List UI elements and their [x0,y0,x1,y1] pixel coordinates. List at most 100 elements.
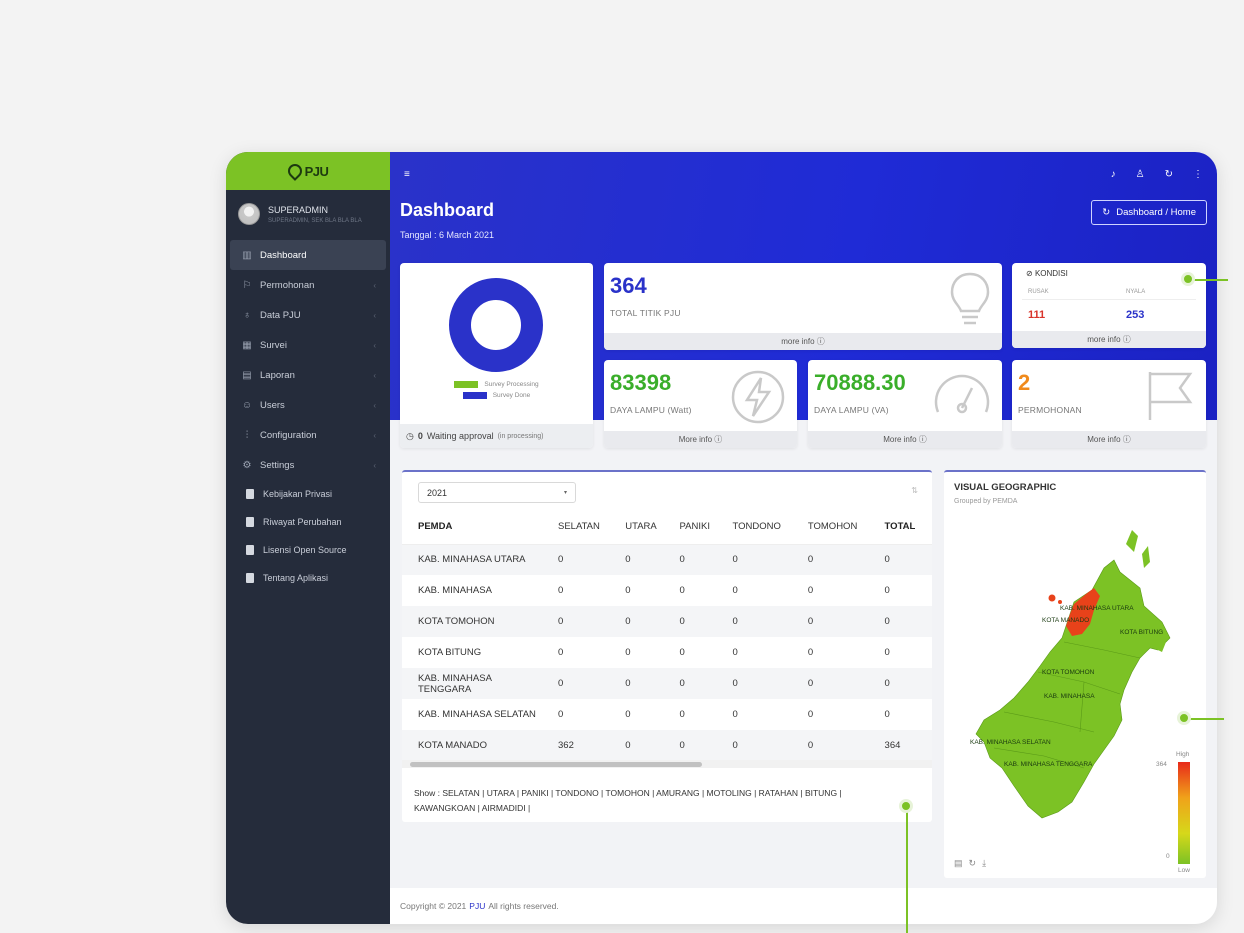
more-info-label: More info [883,435,917,444]
sidebar-item-settings[interactable]: ⚙ Settings ‹ [230,450,386,480]
refresh-icon[interactable]: ↻ [1165,169,1173,180]
col-tomohon[interactable]: TOMOHON [801,510,879,545]
footer-suffix: All rights reserved. [488,901,559,911]
legend-processing: Survey Processing [400,381,593,388]
col-total[interactable]: TOTAL [878,510,932,545]
map-label: KOTA TOMOHON [1042,669,1095,676]
table-cell: 0 [726,544,802,575]
sidebar-item-dashboard[interactable]: ▥ Dashboard [230,240,386,270]
donut-done-ring [449,278,543,372]
pemda-table: PEMDA SELATAN UTARA PANIKI TONDONO TOMOH… [402,510,932,761]
col-paniki[interactable]: PANIKI [673,510,727,545]
download-icon[interactable]: ⤓ [982,858,986,869]
breadcrumb-label: Dashboard / Home [1116,207,1196,218]
table-cell: 0 [807,647,814,658]
bulb-icon [950,272,990,325]
table-cell: 0 [884,647,890,658]
scrollbar-thumb[interactable] [410,762,702,767]
sidebar-item-survei[interactable]: ▦ Survei ‹ [230,330,386,360]
document-icon[interactable]: ▤ [954,858,963,869]
menu-toggle-icon[interactable]: ≡ [404,169,410,180]
permohonan-value: 2 [1018,370,1031,395]
daya-va-card: 70888.30 DAYA LAMPU (VA) More info ⓘ [808,360,1002,448]
footer-prefix: Copyright © 2021 [400,901,467,911]
user-name: SUPERADMIN [268,204,329,215]
sidebar-item-configuration[interactable]: ⫶ Configuration ‹ [230,420,386,450]
map-region-mainland [975,559,1171,819]
callout-dot [1177,711,1191,725]
bell-icon[interactable]: ♪ [1111,169,1116,180]
sidebar-item-users[interactable]: ☺ Users ‹ [230,390,386,420]
callout-line [906,806,908,933]
sidebar-item-laporan[interactable]: ▤ Laporan ‹ [230,360,386,390]
sidebar-item-tentang-aplikasi[interactable]: Tentang Aplikasi [230,564,386,592]
table-cell: 0 [801,668,879,699]
sidebar-item-label: Dashboard [260,249,307,261]
table-cell: 0 [801,544,879,575]
user-panel[interactable]: SUPERADMIN SUPERADMIN, SEK BLA BLA BLA [226,190,390,238]
horizontal-scrollbar[interactable] [402,760,932,768]
waiting-count: 0 [417,431,423,441]
user-icon[interactable]: ♙ [1136,169,1145,180]
divider [1022,299,1196,300]
waiting-approval[interactable]: ◷ 0 Waiting approval (in processing) [400,424,593,448]
table-cell: 0 [625,647,631,658]
sidebar-item-data-pju[interactable]: ♁ Data PJU ‹ [230,300,386,330]
flag-icon [1148,372,1193,420]
waiting-note: (in processing) [497,432,544,440]
pin-logo-icon [284,161,305,181]
map-label: KOTA BITUNG [1120,629,1163,636]
table-cell: 0 [726,730,802,761]
col-pemda[interactable]: PEMDA [402,510,552,545]
sidebar-item-kebijakan-privasi[interactable]: Kebijakan Privasi [230,480,386,508]
sidebar-item-label: Configuration [260,429,317,441]
rusak-value: 111 [1028,309,1046,321]
callout-dot [1181,272,1195,286]
caret-down-icon: ▾ [563,490,567,496]
survey-donut-chart [449,278,543,372]
table-cell: 364 [878,730,932,761]
footer-brand-link[interactable]: PJU [469,901,485,911]
table-cell: 0 [884,585,890,596]
legend-swatch-done [462,392,487,399]
more-info-link[interactable]: More info ⓘ [1012,431,1206,448]
table-cell: 0 [801,606,879,637]
more-vertical-icon[interactable]: ⋮ [1193,169,1203,180]
sidebar-item-label: Kebijakan Privasi [263,489,333,499]
total-titik-card: 364 TOTAL TITIK PJU more info ⓘ [604,263,1002,350]
info-icon: ⓘ [918,435,927,444]
more-info-label: More info [678,435,713,444]
table-cell: 0 [878,668,932,699]
more-info-link[interactable]: More info ⓘ [604,431,797,448]
more-info-link[interactable]: more info ⓘ [1012,331,1206,348]
table-row: KAB. MINAHASA UTARA 0 0 0 0 0 0 [402,544,932,575]
map-island [1048,594,1056,602]
callout-dot [899,799,913,813]
map-label: KAB. MINAHASA SELATAN [970,739,1051,746]
more-info-link[interactable]: More info ⓘ [808,431,1002,448]
logo[interactable]: PJU [226,152,390,190]
breadcrumb[interactable]: ↻ Dashboard / Home [1091,200,1207,225]
year-select[interactable]: 2021 ▾ [418,482,576,503]
visual-geographic-panel: VISUAL GEOGRAPHIC Grouped by PEMDA KAB. … [944,470,1206,878]
table-cell: 0 [552,544,620,575]
refresh-icon[interactable]: ↻ [969,858,977,869]
more-info-link[interactable]: more info ⓘ [604,333,1002,350]
sidebar-item-label: Lisensi Open Source [263,545,347,555]
table-cell: 0 [726,668,802,699]
daya-watt-value: 83398 [610,370,672,395]
table-cell: KOTA MANADO [402,730,552,761]
daya-va-label: DAYA LAMPU (VA) [814,405,889,415]
page-date: Tanggal : 6 March 2021 [400,230,495,240]
col-tondono[interactable]: TONDONO [726,510,802,545]
table-cell: 0 [673,606,727,637]
show-columns-text: Show : SELATAN | UTARA | PANIKI | TONDON… [414,788,842,813]
col-utara[interactable]: UTARA [619,510,674,545]
sidebar-item-lisensi-open-source[interactable]: Lisensi Open Source [230,536,386,564]
chevron-left-icon: ‹ [373,280,376,290]
sidebar-item-permohonan[interactable]: ⚐ Permohonan ‹ [230,270,386,300]
sidebar-item-riwayat-perubahan[interactable]: Riwayat Perubahan [230,508,386,536]
sort-icon[interactable]: ⇅ [911,486,918,495]
col-selatan[interactable]: SELATAN [552,510,620,545]
columns-icon: ▦ [242,339,252,351]
